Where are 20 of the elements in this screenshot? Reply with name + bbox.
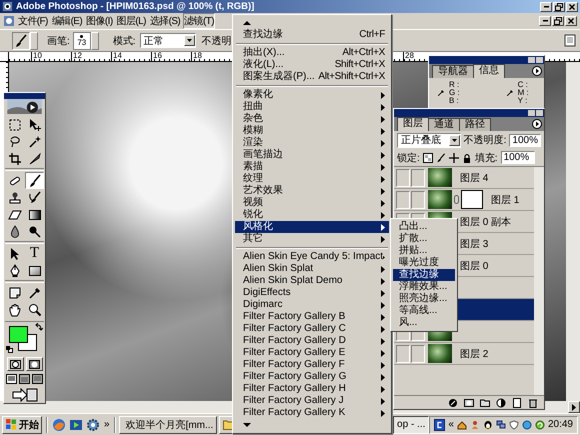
- layer-name: 图层 4: [460, 172, 488, 184]
- mode-label: 模式:: [112, 34, 136, 48]
- layer-name: 图层 0 副本: [460, 216, 512, 228]
- layer-name: 图层 1: [491, 194, 520, 206]
- layer-name: 图层 0: [460, 260, 488, 272]
- readout-label: Y :: [518, 97, 528, 105]
- window-title: Adobe Photoshop - [HPIM0163.psd @ 100% (t, RGB)]: [16, 1, 256, 12]
- clock: 20:49: [548, 419, 573, 430]
- readout-label: C :: [518, 81, 529, 89]
- opacity-label: 不透明度:: [464, 134, 506, 147]
- readout-label: M :: [518, 89, 529, 97]
- readout-label: B :: [449, 97, 460, 105]
- lock-label: 锁定:: [397, 152, 420, 164]
- layer-name: 图层 2: [460, 348, 488, 360]
- opacity-label: 不透明: [202, 34, 232, 48]
- brush-label: 画笔:: [47, 34, 70, 48]
- layer-name: 图层 3: [460, 238, 488, 250]
- readout-label: G :: [449, 89, 460, 97]
- readout-label: R :: [449, 81, 460, 89]
- fill-label: 填充:: [474, 152, 498, 164]
